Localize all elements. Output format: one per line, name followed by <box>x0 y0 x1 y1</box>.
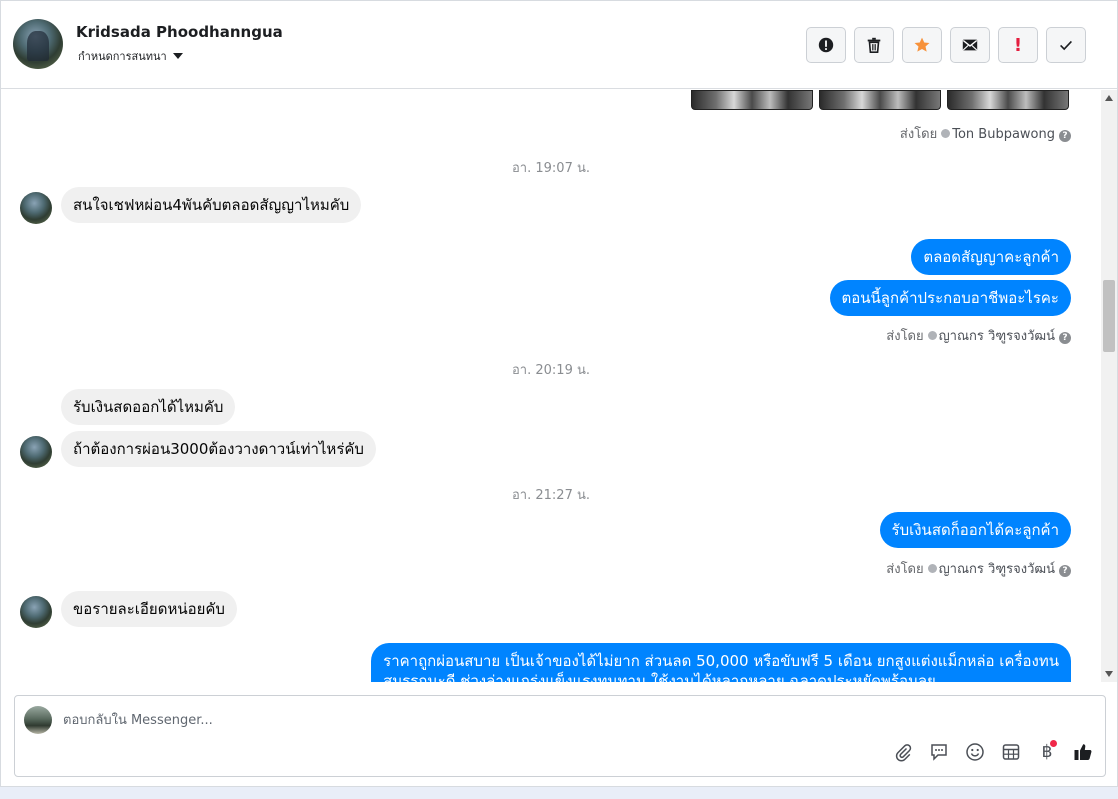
verified-check-icon <box>927 564 937 573</box>
help-icon[interactable]: ? <box>1059 565 1071 577</box>
contact-avatar-small[interactable] <box>20 596 52 628</box>
message-line: ราคาถูกผ่อนสบาย เป็นเจ้าของได้ไม่ยาก ส่ว… <box>383 652 1059 670</box>
timestamp: อา. 21:27 น. <box>512 488 590 503</box>
message-line: สมรรถนะดี ช่วงล่างแกร่งแข็งแรงทนทาน ใช้ง… <box>383 672 936 682</box>
trash-icon <box>867 37 881 54</box>
like-icon <box>1074 744 1092 760</box>
contact-avatar-small[interactable] <box>20 436 52 468</box>
payment-button[interactable]: ฿ <box>1035 740 1059 764</box>
outgoing-message: รับเงินสดก็ออกได้คะลูกค้า <box>879 512 1071 548</box>
scroll-up-arrow-icon[interactable] <box>1105 95 1113 101</box>
composer-tools: ฿ <box>891 740 1095 764</box>
verified-check-icon <box>927 331 937 340</box>
incoming-message: ถ้าต้องการผ่อน3000ต้องวางดาวน์เท่าไหร่คั… <box>61 431 376 467</box>
assign-conversation-dropdown[interactable]: กำหนดการสนทนา <box>78 47 183 65</box>
scrollbar-thumb[interactable] <box>1103 280 1115 352</box>
outgoing-message-long: ราคาถูกผ่อนสบาย เป็นเจ้าของได้ไม่ยาก ส่ว… <box>371 643 1071 682</box>
car-image-thumbnail[interactable] <box>691 90 813 110</box>
outgoing-message: ตอนนี้ลูกค้าประกอบอาชีพอะไรคะ <box>829 280 1071 316</box>
contact-name[interactable]: Kridsada Phoodhanngua <box>76 23 283 41</box>
attach-button[interactable] <box>891 740 915 764</box>
outgoing-message: ตลอดสัญญาคะลูกค้า <box>911 239 1071 275</box>
inbox-conversation-panel: Kridsada Phoodhanngua กำหนดการสนทนา ! ส่… <box>0 0 1118 787</box>
incoming-message: รับเงินสดออกได้ไหมคับ <box>61 389 236 425</box>
contact-avatar-small[interactable] <box>20 192 52 224</box>
sender-name[interactable]: Ton Bubpawong <box>952 127 1055 142</box>
star-icon <box>914 37 930 52</box>
header-actions: ! <box>806 27 1086 63</box>
sent-by-label: ส่งโดย Ton Bubpawong? <box>900 123 1071 144</box>
scroll-down-arrow-icon[interactable] <box>1105 671 1113 677</box>
mark-done-button[interactable] <box>1046 27 1086 63</box>
caret-down-icon <box>172 53 183 59</box>
notification-dot <box>1050 740 1057 747</box>
checkmark-icon <box>1060 40 1072 51</box>
image-attachments <box>691 90 1069 110</box>
star-button[interactable] <box>902 27 942 63</box>
help-icon[interactable]: ? <box>1059 332 1071 344</box>
follow-up-button[interactable]: ! <box>998 27 1038 63</box>
incoming-message: ขอรายละเอียดหน่อยคับ <box>61 591 237 627</box>
car-image-thumbnail[interactable] <box>819 90 941 110</box>
sent-by-label: ส่งโดย ญาณกร วิฑูรจงวัฒน์? <box>886 558 1071 579</box>
appointment-icon <box>1002 744 1020 760</box>
timestamp: อา. 20:19 น. <box>512 363 590 378</box>
sender-name[interactable]: ญาณกร วิฑูรจงวัฒน์ <box>939 329 1055 344</box>
spam-button[interactable] <box>806 27 846 63</box>
envelope-icon <box>962 39 978 51</box>
sent-by-prefix: ส่งโดย <box>886 329 924 344</box>
saved-reply-icon <box>931 744 947 761</box>
timestamp: อา. 19:07 น. <box>512 161 590 176</box>
help-icon[interactable]: ? <box>1059 130 1071 142</box>
conversation-header: Kridsada Phoodhanngua กำหนดการสนทนา ! <box>1 1 1117 89</box>
sent-by-label: ส่งโดย ญาณกร วิฑูรจงวัฒน์? <box>886 325 1071 346</box>
sent-by-prefix: ส่งโดย <box>886 562 924 577</box>
appointment-button[interactable] <box>999 740 1023 764</box>
emoji-button[interactable] <box>963 740 987 764</box>
reply-composer: ฿ <box>14 695 1106 777</box>
incoming-message: สนใจเชฟหผ่อน4พันคับตลอดสัญญาไหมคับ <box>61 187 362 223</box>
car-image-thumbnail[interactable] <box>947 90 1069 110</box>
paperclip-icon <box>895 744 912 762</box>
assign-label: กำหนดการสนทนา <box>78 50 167 63</box>
saved-replies-button[interactable] <box>927 740 951 764</box>
exclamation-icon: ! <box>1013 34 1023 56</box>
sender-name[interactable]: ญาณกร วิฑูรจงวัฒน์ <box>939 562 1055 577</box>
like-button[interactable] <box>1071 740 1095 764</box>
thread-scrollbar[interactable] <box>1101 90 1117 682</box>
page-avatar <box>24 706 52 734</box>
verified-check-icon <box>941 129 951 138</box>
mark-unread-button[interactable] <box>950 27 990 63</box>
alert-circle-icon <box>818 37 834 53</box>
reply-input[interactable] <box>63 710 763 730</box>
delete-button[interactable] <box>854 27 894 63</box>
message-thread[interactable]: ส่งโดย Ton Bubpawong? อา. 19:07 น. สนใจเช… <box>1 90 1101 682</box>
sent-by-prefix: ส่งโดย <box>899 127 938 142</box>
emoji-icon <box>966 743 984 761</box>
contact-avatar[interactable] <box>13 19 63 69</box>
